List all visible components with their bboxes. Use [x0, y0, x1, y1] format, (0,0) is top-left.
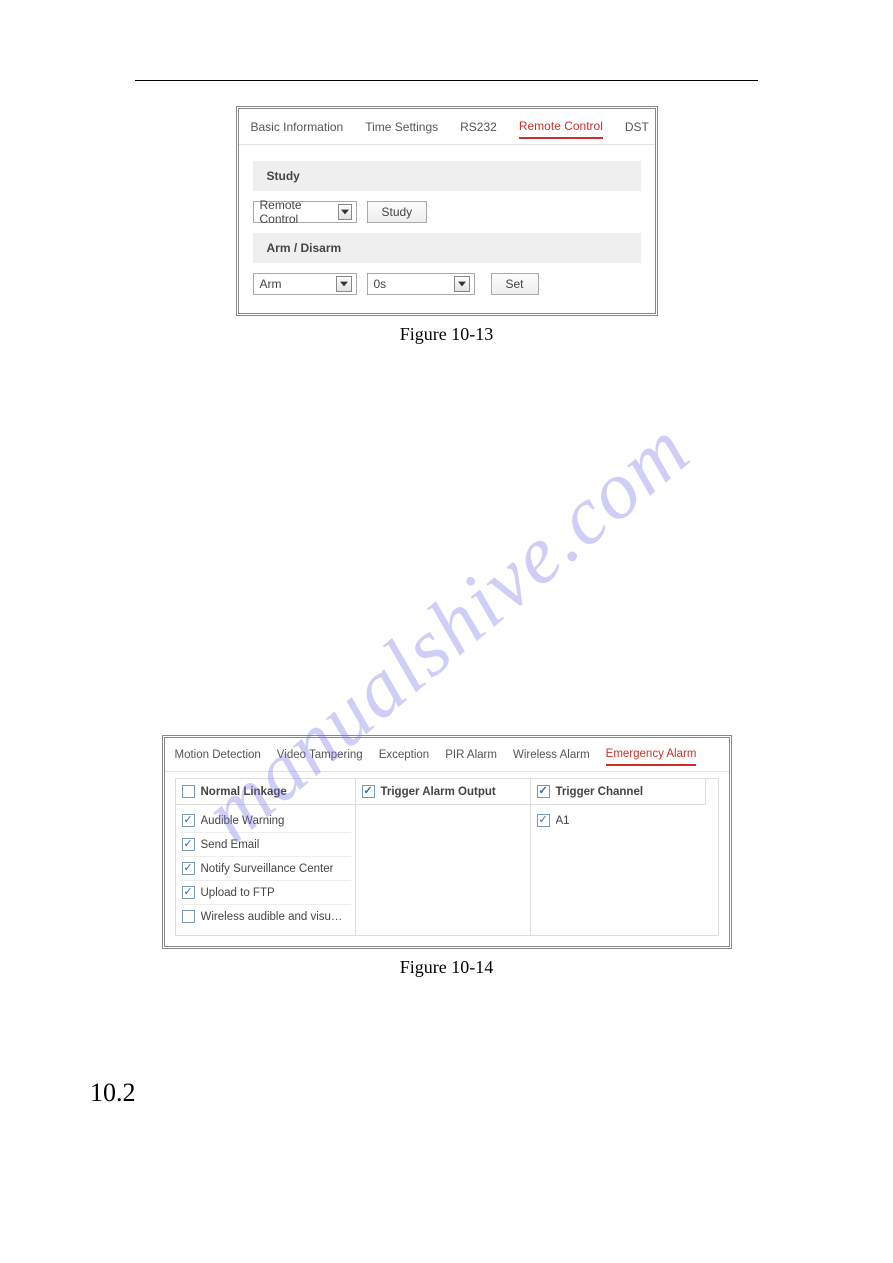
channel-item[interactable]: A1: [535, 809, 702, 832]
figure-10-14-caption: Figure 10-14: [80, 957, 813, 978]
linkage-item[interactable]: Wireless audible and visual…: [180, 905, 351, 928]
col-normal-linkage: Audible Warning Send Email Notify Survei…: [176, 805, 356, 935]
checkbox-icon[interactable]: [182, 838, 195, 851]
tab-wireless-alarm[interactable]: Wireless Alarm: [513, 749, 590, 765]
chevron-down-icon: [454, 276, 470, 292]
checkbox-icon[interactable]: [182, 862, 195, 875]
col-header-label: Trigger Channel: [556, 786, 644, 798]
emergency-alarm-panel: Motion Detection Video Tampering Excepti…: [162, 735, 732, 949]
linkage-item-label: Send Email: [201, 839, 260, 851]
checkbox-icon[interactable]: [537, 785, 550, 798]
panel1-tabs: Basic Information Time Settings RS232 Re…: [239, 109, 655, 145]
tab-rs232[interactable]: RS232: [460, 120, 497, 138]
arm-section-header: Arm / Disarm: [253, 233, 641, 263]
linkage-item-label: Audible Warning: [201, 815, 285, 827]
arm-row: Arm 0s Set: [253, 269, 641, 299]
tab-motion-detection[interactable]: Motion Detection: [175, 749, 261, 765]
col-trigger-alarm-output: [356, 805, 531, 935]
linkage-item-label: Notify Surveillance Center: [201, 863, 334, 875]
checkbox-icon[interactable]: [182, 886, 195, 899]
study-select[interactable]: Remote Control: [253, 201, 357, 223]
chevron-down-icon: [338, 204, 352, 220]
col-header-label: Normal Linkage: [201, 786, 287, 798]
linkage-item[interactable]: Upload to FTP: [180, 881, 351, 905]
checkbox-icon[interactable]: [537, 814, 550, 827]
remote-control-panel: Basic Information Time Settings RS232 Re…: [236, 106, 658, 316]
arm-select-value: Arm: [260, 277, 282, 291]
set-button[interactable]: Set: [491, 273, 539, 295]
tab-remote-control[interactable]: Remote Control: [519, 119, 603, 139]
linkage-table: Normal Linkage Trigger Alarm Output Trig…: [175, 778, 719, 936]
section-number: 10.2: [90, 1078, 813, 1108]
checkbox-icon[interactable]: [362, 785, 375, 798]
chevron-down-icon: [336, 276, 352, 292]
linkage-item[interactable]: Audible Warning: [180, 809, 351, 833]
checkbox-icon[interactable]: [182, 814, 195, 827]
linkage-item-label: Wireless audible and visual…: [201, 911, 349, 923]
panel1-body: Study Remote Control Study Arm / Disarm …: [239, 145, 655, 313]
delay-select[interactable]: 0s: [367, 273, 475, 295]
col-header-label: Trigger Alarm Output: [381, 786, 496, 798]
col-header-normal-linkage[interactable]: Normal Linkage: [176, 779, 356, 805]
page-rule: [135, 80, 758, 81]
tab-basic-information[interactable]: Basic Information: [251, 120, 344, 138]
delay-select-value: 0s: [374, 277, 387, 291]
tab-emergency-alarm[interactable]: Emergency Alarm: [606, 748, 697, 766]
checkbox-icon[interactable]: [182, 910, 195, 923]
study-section-header: Study: [253, 161, 641, 191]
figure-10-13-caption: Figure 10-13: [80, 324, 813, 345]
linkage-item[interactable]: Send Email: [180, 833, 351, 857]
panel2-tabs: Motion Detection Video Tampering Excepti…: [165, 738, 729, 772]
linkage-item[interactable]: Notify Surveillance Center: [180, 857, 351, 881]
study-select-value: Remote Control: [260, 198, 332, 226]
linkage-item-label: Upload to FTP: [201, 887, 275, 899]
col-trigger-channel: A1: [531, 805, 706, 935]
col-header-trigger-alarm-output[interactable]: Trigger Alarm Output: [356, 779, 531, 805]
tab-exception[interactable]: Exception: [379, 749, 430, 765]
col-header-trigger-channel[interactable]: Trigger Channel: [531, 779, 706, 805]
channel-item-label: A1: [556, 815, 570, 827]
tab-pir-alarm[interactable]: PIR Alarm: [445, 749, 497, 765]
checkbox-icon[interactable]: [182, 785, 195, 798]
study-row: Remote Control Study: [253, 197, 641, 227]
tab-dst[interactable]: DST: [625, 120, 649, 138]
arm-select[interactable]: Arm: [253, 273, 357, 295]
tab-time-settings[interactable]: Time Settings: [365, 120, 438, 138]
study-button[interactable]: Study: [367, 201, 428, 223]
tab-video-tampering[interactable]: Video Tampering: [277, 749, 363, 765]
